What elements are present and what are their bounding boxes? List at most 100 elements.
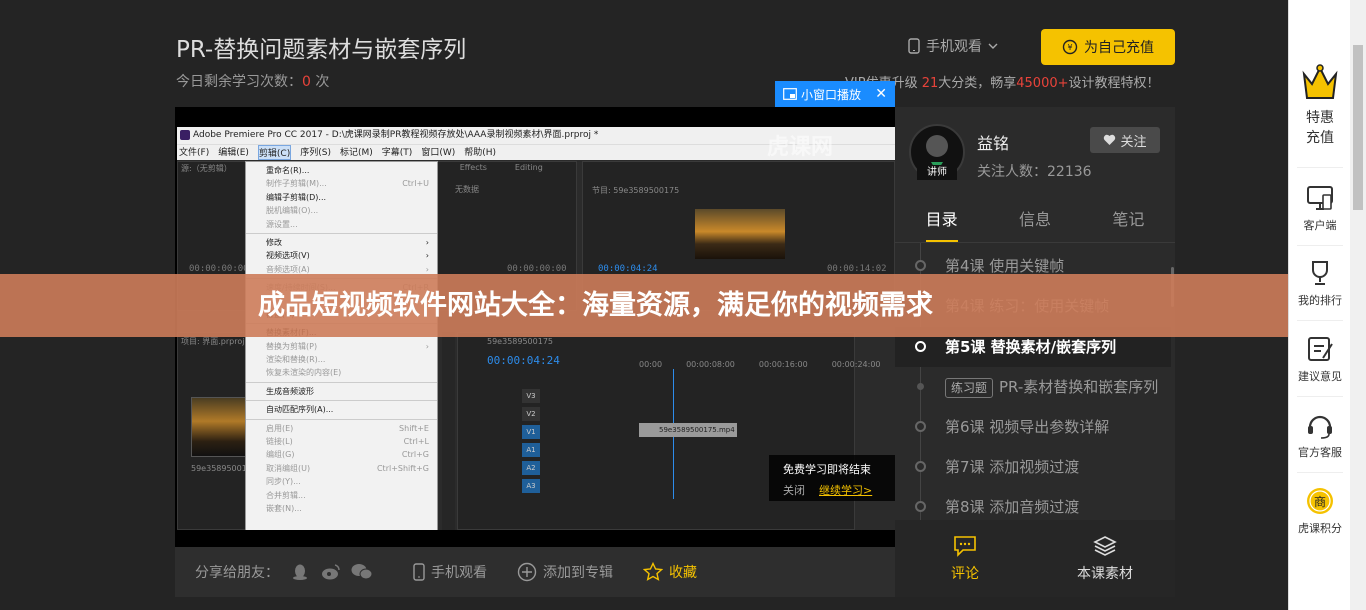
lesson-item[interactable]: 第8课 添加音频过渡: [895, 487, 1171, 520]
svg-text:商: 商: [1314, 494, 1326, 509]
sidebar-item-client[interactable]: 客户端: [1289, 183, 1351, 233]
context-menu-item[interactable]: 编组(G) Ctrl+G: [246, 448, 437, 461]
sidebar-item-ranking[interactable]: 我的排行: [1289, 258, 1351, 308]
vip-num: 21: [921, 76, 939, 91]
context-menu-item[interactable]: 脱机编辑(O)...: [246, 204, 437, 217]
lesson-dot: [915, 260, 926, 271]
context-menu-item[interactable]: 生成音频波形: [246, 385, 437, 398]
lesson-item[interactable]: 第6课 视频导出参数详解: [895, 407, 1171, 447]
sidebar-item-support[interactable]: 官方客服: [1289, 410, 1351, 460]
page-scrollbar-thumb[interactable]: [1353, 45, 1363, 210]
promo-banner[interactable]: 成品短视频软件网站大全：海量资源，满足你的视频需求: [0, 274, 1288, 337]
context-menu-item[interactable]: 自动匹配序列(A)...: [246, 403, 437, 416]
mobile-watch-button[interactable]: 手机观看: [413, 562, 487, 582]
context-menu-item[interactable]: 渲染和替换(R)...: [246, 353, 437, 366]
wechat-icon[interactable]: [351, 563, 373, 581]
sequence-name: 59e3589500175: [487, 337, 553, 346]
phone-icon: [908, 38, 920, 54]
lesson-dot: [915, 421, 926, 432]
context-menu-item[interactable]: 视频选项(V) ›: [246, 249, 437, 262]
menu-separator: [246, 418, 437, 420]
premiere-logo-icon: [180, 130, 190, 140]
sidebar-item-points[interactable]: 商 虎课积分: [1289, 486, 1351, 536]
follower-count: 关注人数：22136: [977, 164, 1092, 180]
qq-icon[interactable]: [291, 563, 309, 581]
follow-label: 关注: [1120, 134, 1147, 150]
weibo-icon[interactable]: [321, 563, 341, 581]
context-menu-item[interactable]: 替换为剪辑(P) ›: [246, 340, 437, 353]
page-title: PR-替换问题素材与嵌套序列: [176, 37, 467, 63]
context-menu-item[interactable]: 合并剪辑...: [246, 489, 437, 502]
teacher-name[interactable]: 益铭: [977, 130, 1009, 154]
tab-catalog[interactable]: 目录: [895, 197, 988, 242]
context-menu-item[interactable]: 恢复未渲染的内容(E): [246, 366, 437, 379]
add-to-album-button[interactable]: 添加到专辑: [517, 562, 613, 582]
tab-notes[interactable]: 笔记: [1082, 197, 1175, 242]
context-menu-item[interactable]: 源设置...: [246, 218, 437, 231]
heart-icon: [1104, 134, 1116, 145]
menu-item-label: 链接(L): [266, 437, 293, 447]
continue-learning-link[interactable]: 继续学习>: [819, 482, 872, 498]
media-thumbnail[interactable]: [191, 397, 251, 457]
comment-icon: [954, 535, 976, 557]
lesson-dot: [915, 501, 926, 512]
right-sidebar: 特惠 充值 客户端 我的排行 建议意见 官方客服 商 虎课积分: [1288, 0, 1350, 610]
recharge-button[interactable]: ¥ 为自己充值: [1041, 29, 1175, 65]
remaining-counter: 今日剩余学习次数：0 次: [176, 71, 329, 91]
sidebar-label-points: 虎课积分: [1298, 522, 1342, 535]
free-trial-close[interactable]: 关闭: [783, 482, 805, 498]
no-clip: 无数据: [455, 185, 479, 194]
sidebar-item-recharge[interactable]: 特惠 充值: [1289, 62, 1351, 148]
context-menu-item[interactable]: 同步(Y)...: [246, 475, 437, 488]
pip-label: 小窗口播放: [801, 87, 862, 102]
sidebar-label-client: 客户端: [1303, 219, 1337, 232]
remaining-count: 0: [302, 74, 311, 90]
context-menu-item[interactable]: 嵌套(N)...: [246, 502, 437, 515]
tab-info[interactable]: 信息: [988, 197, 1081, 242]
menu-item-label: 恢复未渲染的内容(E): [266, 368, 342, 378]
share-label: 分享给朋友：: [195, 565, 279, 581]
timeline-clip[interactable]: 59e3589500175.mp4: [639, 423, 737, 437]
comment-button[interactable]: 评论: [895, 520, 1035, 597]
track-label: A2: [526, 464, 536, 472]
lesson-item[interactable]: 第7课 添加视频过渡: [895, 447, 1171, 487]
free-trial-notice: 免费学习即将结束 关闭 继续学习>: [769, 455, 895, 501]
desktop-icon: [1307, 186, 1333, 210]
chevron-down-icon: [988, 43, 998, 49]
collect-text: 收藏: [669, 565, 697, 581]
comment-label: 评论: [951, 565, 979, 582]
svg-text:¥: ¥: [1067, 43, 1072, 52]
context-menu-item[interactable]: 修改 ›: [246, 236, 437, 249]
sidebar-label-feedback: 建议意见: [1298, 370, 1342, 383]
context-menu-item[interactable]: 重命名(R)...: [246, 164, 437, 177]
menu-item-label: 自动匹配序列(A)...: [266, 405, 334, 415]
materials-button[interactable]: 本课素材: [1035, 520, 1175, 597]
close-icon[interactable]: ✕: [875, 86, 887, 102]
context-menu-item[interactable]: 制作子剪辑(M)... Ctrl+U: [246, 177, 437, 190]
menu-separator: [246, 232, 437, 234]
lesson-dot: [917, 383, 924, 390]
context-menu-item[interactable]: 取消编组(U) Ctrl+Shift+G: [246, 462, 437, 475]
track-header: A1: [522, 443, 540, 457]
mobile-watch-dropdown[interactable]: 手机观看: [908, 36, 998, 56]
coin-icon: 商: [1307, 488, 1333, 514]
pip-button[interactable]: 小窗口播放 ✕: [775, 81, 895, 107]
edit-icon: [1308, 337, 1333, 361]
menu-item-label: 修改: [266, 237, 282, 247]
sidebar-divider: [1297, 472, 1343, 473]
sidebar-item-feedback[interactable]: 建议意见: [1289, 334, 1351, 384]
track-label: V2: [526, 410, 536, 418]
context-menu-item[interactable]: 启用(E) Shift+E: [246, 422, 437, 435]
follow-button[interactable]: 关注: [1090, 127, 1160, 153]
app-menu-item: 标记(M): [339, 148, 373, 158]
menu-item-shortcut: Ctrl+L: [403, 437, 429, 447]
track-header: A2: [522, 461, 540, 475]
app-title: Adobe Premiere Pro CC 2017 - D:\虎课网录制PR教…: [193, 130, 599, 140]
menu-item-label: 制作子剪辑(M)...: [266, 179, 327, 189]
context-menu-item[interactable]: 编辑子剪辑(D)...: [246, 191, 437, 204]
context-menu-item[interactable]: 链接(L) Ctrl+L: [246, 435, 437, 448]
collect-button[interactable]: 收藏: [643, 562, 697, 582]
menu-separator: [246, 400, 437, 402]
lesson-item[interactable]: 练习题 PR-素材替换和嵌套序列: [895, 367, 1171, 407]
thumbnail-label: 59e358950017: [191, 464, 252, 473]
